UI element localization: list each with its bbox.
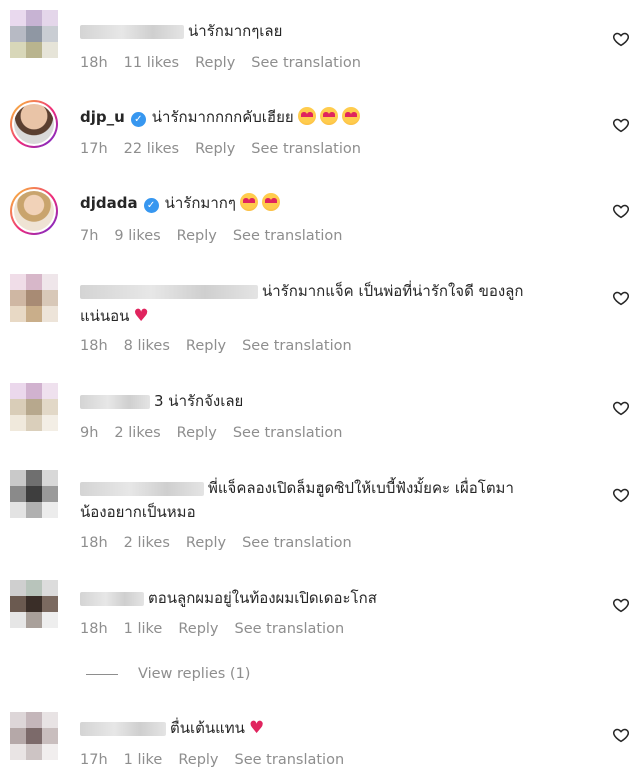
avatar[interactable]	[10, 470, 58, 518]
comment-time: 17h	[80, 141, 108, 157]
heart-outline-icon[interactable]	[612, 726, 630, 744]
username-redacted[interactable]	[80, 721, 166, 736]
comment-meta: 17h 1 like Reply See translation	[80, 750, 360, 770]
comment-time: 17h	[80, 752, 108, 768]
reply-button[interactable]: Reply	[195, 55, 235, 71]
comment-meta: 17h 22 likes Reply See translation	[80, 139, 377, 159]
reply-button[interactable]: Reply	[177, 228, 217, 244]
comment-text: น่ารักมากกกกคับเฮียย	[151, 108, 294, 126]
verified-badge-icon: ✓	[143, 198, 159, 213]
comment-meta: 18h 11 likes Reply See translation	[80, 53, 377, 73]
likes-count[interactable]: 11 likes	[124, 55, 179, 71]
comment-body: น่ารักมากๆเลย	[80, 20, 282, 42]
comment-text: 3 น่ารักจังเลย	[154, 392, 244, 410]
likes-count[interactable]: 22 likes	[124, 141, 179, 157]
comment-body: djdada ✓ น่ารักมากๆ	[80, 192, 280, 214]
see-translation-link[interactable]: See translation	[235, 621, 345, 637]
comment-body: ตื่นเต้นแทน ♥	[80, 717, 264, 739]
username[interactable]: djdada	[80, 194, 138, 212]
heart-outline-icon[interactable]	[612, 289, 630, 307]
view-replies-label[interactable]: View replies (1)	[138, 666, 250, 682]
comment-time: 18h	[80, 621, 108, 637]
likes-count[interactable]: 1 like	[124, 752, 163, 768]
reply-button[interactable]: Reply	[178, 752, 218, 768]
replies-divider	[86, 673, 118, 675]
likes-count[interactable]: 8 likes	[124, 338, 170, 354]
comment-text: น่ารักมากแจ็ค เป็นพ่อที่น่ารักใจดี ของลู…	[262, 282, 524, 300]
see-translation-link[interactable]: See translation	[251, 55, 361, 71]
comment-time: 9h	[80, 425, 99, 441]
reply-button[interactable]: Reply	[177, 425, 217, 441]
comment-body: ตอนลูกผมอยู่ในท้องผมเปิดเดอะโกส	[80, 587, 377, 609]
heart-outline-icon[interactable]	[612, 30, 630, 48]
comment-body: 3 น่ารักจังเลย	[80, 390, 243, 412]
comment-meta: 18h 2 likes Reply See translation	[80, 533, 368, 553]
see-translation-link[interactable]: See translation	[251, 141, 361, 157]
likes-count[interactable]: 2 likes	[114, 425, 160, 441]
comment-body-cont: น้องอยากเป็นหมอ	[80, 501, 196, 523]
heart-outline-icon[interactable]	[612, 399, 630, 417]
avatar[interactable]	[10, 100, 58, 148]
comment-text: น่ารักมากๆเลย	[188, 22, 283, 40]
comment-time: 18h	[80, 535, 108, 551]
avatar[interactable]	[10, 187, 58, 235]
avatar[interactable]	[10, 274, 58, 322]
comment-text-cont: น้องอยากเป็นหมอ	[80, 503, 196, 521]
comment-text: ตอนลูกผมอยู่ในท้องผมเปิดเดอะโกส	[148, 589, 377, 607]
see-translation-link[interactable]: See translation	[235, 752, 345, 768]
comment-body: น่ารักมากแจ็ค เป็นพ่อที่น่ารักใจดี ของลู…	[80, 280, 523, 302]
heart-outline-icon[interactable]	[612, 202, 630, 220]
see-translation-link[interactable]: See translation	[233, 228, 343, 244]
comment-text: ตื่นเต้นแทน	[170, 719, 245, 737]
likes-count[interactable]: 1 like	[124, 621, 163, 637]
comment-body: พี่แจ็คลองเปิดล็มฮูดซิปให้เบบี้ฟังมั้ยคะ…	[80, 477, 514, 499]
heart-eyes-emoji-icon	[319, 107, 338, 125]
comment-time: 7h	[80, 228, 99, 244]
verified-badge-icon: ✓	[130, 112, 146, 127]
heart-outline-icon[interactable]	[612, 116, 630, 134]
comment-time: 18h	[80, 55, 108, 71]
comment-body: djp_u ✓ น่ารักมากกกกคับเฮียย	[80, 106, 360, 128]
view-replies-button[interactable]: View replies (1)	[86, 664, 250, 684]
red-heart-emoji-icon: ♥	[133, 306, 149, 326]
username-redacted[interactable]	[80, 24, 184, 39]
username-redacted[interactable]	[80, 284, 258, 299]
heart-eyes-emoji-icon	[341, 107, 360, 125]
comment-text-cont: แน่นอน	[80, 307, 130, 325]
heart-eyes-emoji-icon	[261, 193, 280, 211]
comment-meta: 7h 9 likes Reply See translation	[80, 226, 358, 246]
avatar[interactable]	[10, 10, 58, 58]
reply-button[interactable]: Reply	[178, 621, 218, 637]
comment-meta: 9h 2 likes Reply See translation	[80, 423, 358, 443]
heart-outline-icon[interactable]	[612, 486, 630, 504]
comment-text: พี่แจ็คลองเปิดล็มฮูดซิปให้เบบี้ฟังมั้ยคะ…	[208, 479, 514, 497]
see-translation-link[interactable]: See translation	[233, 425, 343, 441]
avatar[interactable]	[10, 580, 58, 628]
see-translation-link[interactable]: See translation	[242, 338, 352, 354]
username[interactable]: djp_u	[80, 108, 125, 126]
username-redacted[interactable]	[80, 481, 204, 496]
likes-count[interactable]: 9 likes	[114, 228, 160, 244]
reply-button[interactable]: Reply	[186, 338, 226, 354]
comment-time: 18h	[80, 338, 108, 354]
heart-eyes-emoji-icon	[239, 193, 258, 211]
reply-button[interactable]: Reply	[186, 535, 226, 551]
comment-meta: 18h 1 like Reply See translation	[80, 619, 360, 639]
see-translation-link[interactable]: See translation	[242, 535, 352, 551]
heart-outline-icon[interactable]	[612, 596, 630, 614]
likes-count[interactable]: 2 likes	[124, 535, 170, 551]
comment-text: น่ารักมากๆ	[164, 194, 236, 212]
comment-body-cont: แน่นอน ♥	[80, 305, 149, 327]
avatar[interactable]	[10, 712, 58, 760]
comment-meta: 18h 8 likes Reply See translation	[80, 336, 368, 356]
username-redacted[interactable]	[80, 591, 144, 606]
red-heart-emoji-icon: ♥	[248, 718, 265, 738]
reply-button[interactable]: Reply	[195, 141, 235, 157]
username-redacted[interactable]	[80, 394, 150, 409]
avatar[interactable]	[10, 383, 58, 431]
heart-eyes-emoji-icon	[297, 107, 316, 125]
